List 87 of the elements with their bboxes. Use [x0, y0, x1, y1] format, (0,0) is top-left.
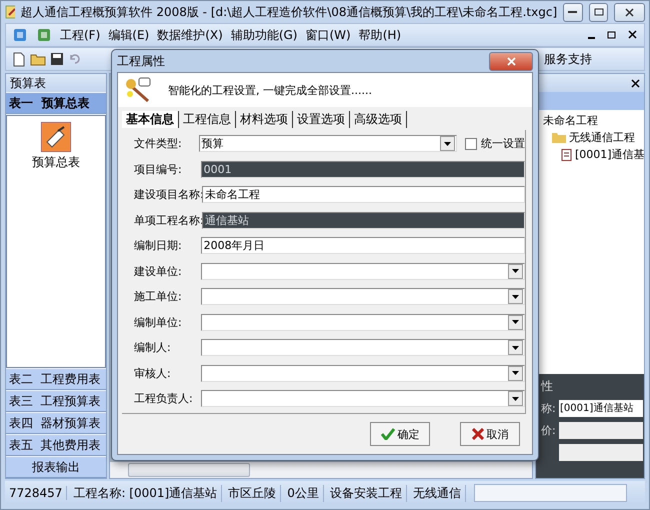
save-icon[interactable]: [50, 52, 64, 66]
status-text: 工程名称: [0001]通信基站: [69, 484, 222, 502]
tab[interactable]: 工程信息: [179, 111, 236, 128]
field-label: 编制日期:: [134, 238, 183, 253]
cancel-button[interactable]: 取消: [460, 422, 520, 446]
folder-icon[interactable]: [30, 52, 46, 66]
input-field[interactable]: 未命名工程: [202, 186, 525, 203]
status-text: 0公里: [283, 484, 324, 502]
dropdown-field[interactable]: [200, 364, 525, 382]
input-field[interactable]: 通信基站: [202, 212, 525, 228]
window-title: 超人通信工程概预算软件 2008版 - [d:\超人工程造价软件\08通信概预算\我的工程\未命名工程.txgc]: [20, 4, 558, 20]
ok-button[interactable]: 确定: [370, 422, 430, 446]
icon-label: 预算总表: [32, 154, 80, 171]
field-label: 建设单位:: [134, 264, 183, 278]
dropdown-field[interactable]: [200, 262, 525, 280]
cross-icon: [472, 428, 484, 440]
dropdown-field[interactable]: [200, 390, 525, 407]
dropdown-arrow-icon: [512, 294, 519, 298]
field-label: 施工单位:: [134, 289, 183, 304]
panel-title: 预算表: [10, 74, 46, 92]
dropdown-field[interactable]: [200, 314, 525, 330]
menu-item[interactable]: 数据维护(X): [157, 26, 223, 44]
folder-icon: [552, 132, 566, 143]
minimize-icon: [568, 10, 578, 14]
input-field[interactable]: 0001: [200, 160, 525, 178]
section-header[interactable]: 表二 工程费用表: [6, 369, 106, 390]
field-label: 文件类型:: [134, 136, 183, 151]
unify-checkbox[interactable]: 统一设置: [465, 136, 525, 151]
input-field[interactable]: 2008年月日: [200, 237, 525, 254]
horizontal-scrollbar[interactable]: [110, 462, 532, 478]
section-header[interactable]: 报表输出: [6, 457, 106, 478]
service-support-label[interactable]: 服务支持: [544, 50, 592, 68]
field-label: 项目编号:: [134, 162, 183, 176]
check-icon: [380, 428, 394, 440]
menu-item[interactable]: 编辑(E): [108, 26, 150, 44]
tab[interactable]: 材料选项: [236, 111, 293, 128]
close-icon: [506, 56, 516, 66]
menu-item[interactable]: 工程(F): [60, 26, 100, 44]
status-text: 设备安装工程: [326, 484, 407, 502]
status-text: 无线通信: [408, 484, 466, 502]
tab[interactable]: 设置选项: [293, 111, 350, 128]
menu-item[interactable]: 辅助功能(G): [230, 26, 298, 44]
property-label: 称:: [541, 400, 557, 416]
close-icon: [625, 8, 634, 16]
minimize-button[interactable]: [563, 2, 583, 22]
mdi-controls-icon[interactable]: [588, 30, 638, 40]
menu-item[interactable]: 帮助(H): [358, 26, 402, 44]
tree-item[interactable]: 未命名工程: [543, 113, 598, 128]
dropdown-field[interactable]: [200, 339, 525, 356]
new-file-icon[interactable]: [12, 52, 26, 66]
property-field[interactable]: [559, 422, 643, 438]
tree-item[interactable]: 无线通信工程: [569, 130, 635, 145]
tree-item[interactable]: [0001]通信基: [575, 147, 645, 162]
dropdown-field[interactable]: 预算: [198, 135, 457, 152]
status-text: 7728457: [5, 486, 68, 500]
section-header[interactable]: 表四 器材预算表: [6, 413, 106, 434]
menu-item[interactable]: 窗口(W): [305, 26, 351, 44]
scroll-icon[interactable]: [41, 122, 71, 152]
field-label: 编制人:: [134, 340, 172, 355]
dropdown-arrow-icon: [444, 142, 451, 146]
dropdown-arrow-icon: [512, 396, 519, 400]
app-icon: [5, 5, 15, 19]
field-label: 审核人:: [134, 366, 172, 380]
status-text: 市区丘陵: [224, 484, 282, 502]
field-label: 编制单位:: [134, 314, 183, 330]
dropdown-arrow-icon: [512, 320, 519, 324]
close-button[interactable]: [614, 2, 646, 22]
tab[interactable]: 高级选项: [350, 111, 407, 128]
property-field[interactable]: [0001]通信基站: [559, 400, 643, 416]
close-icon[interactable]: [631, 78, 640, 88]
properties-title: 性: [541, 378, 554, 395]
restore-icon: [594, 8, 604, 16]
restore-button[interactable]: [588, 2, 608, 22]
dialog-title: 工程属性: [117, 52, 165, 70]
property-field[interactable]: [559, 444, 643, 460]
dropdown-arrow-icon: [512, 371, 519, 375]
section-header[interactable]: 表一 预算总表: [6, 93, 106, 114]
property-label: 价:: [541, 422, 557, 438]
dropdown-field[interactable]: [200, 288, 525, 305]
banner-text: 智能化的工程设置, 一键完成全部设置......: [168, 82, 372, 98]
section-header[interactable]: 表三 工程预算表: [6, 391, 106, 412]
dropdown-arrow-icon: [512, 346, 519, 350]
section-header[interactable]: 表五 其他费用表: [6, 435, 106, 456]
tab[interactable]: 基本信息: [122, 111, 179, 128]
dropdown-arrow-icon: [512, 269, 519, 273]
document-icon: [561, 148, 572, 160]
field-label: 工程负责人:: [134, 391, 194, 406]
